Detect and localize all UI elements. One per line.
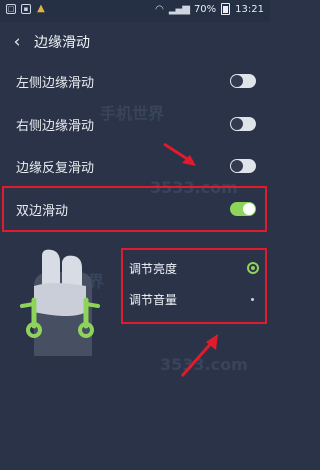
clock: 13:21 (235, 3, 264, 15)
option-volume[interactable]: 调节音量 (129, 286, 259, 312)
setting-row-left-edge[interactable]: 左侧边缘滑动 (0, 59, 270, 103)
option-label: 调节音量 (129, 292, 178, 307)
image-icon: ▪ (21, 4, 31, 14)
system-indicators: ◠ ▂▄▆ 70% 13:21 (155, 3, 264, 15)
toggle-knob (231, 160, 243, 172)
battery-icon (221, 3, 231, 15)
annotation-arrow-bottom (180, 334, 218, 377)
two-finger-swipe-hand-icon (20, 249, 100, 356)
setting-label: 右侧边缘滑动 (16, 118, 95, 134)
toggle-knob (231, 118, 243, 130)
notification-icon: □ (6, 4, 16, 14)
toggle-switch[interactable] (230, 117, 256, 131)
radio-selected-icon[interactable] (247, 262, 259, 274)
toggle-switch[interactable] (230, 159, 256, 173)
annotation-highlight-box (2, 186, 267, 232)
app-bar: ‹ 边缘滑动 (0, 22, 270, 62)
annotation-arrow-top (163, 142, 196, 166)
option-brightness[interactable]: 调节亮度 (129, 255, 259, 281)
page-title: 边缘滑动 (34, 35, 90, 51)
battery-percent: 70% (193, 3, 217, 15)
wifi-icon: ◠ (155, 3, 164, 15)
status-bar: □ ▪ ▲ ◠ ▂▄▆ 70% 13:21 (0, 0, 270, 22)
toggle-knob (231, 75, 243, 87)
setting-label: 边缘反复滑动 (16, 160, 95, 176)
signal-icon: ▂▄▆ (168, 3, 190, 15)
option-label: 调节亮度 (129, 261, 178, 276)
chevron-left-icon[interactable]: ‹ (0, 32, 34, 52)
warning-icon: ▲ (37, 3, 45, 14)
toggle-switch[interactable] (230, 74, 256, 88)
radio-unselected-icon[interactable] (251, 297, 254, 301)
notification-icons: □ ▪ ▲ (6, 4, 46, 14)
setting-row-repeat-edge[interactable]: 边缘反复滑动 (0, 144, 270, 188)
setting-label: 左侧边缘滑动 (16, 75, 95, 91)
setting-row-right-edge[interactable]: 右侧边缘滑动 (0, 102, 270, 146)
